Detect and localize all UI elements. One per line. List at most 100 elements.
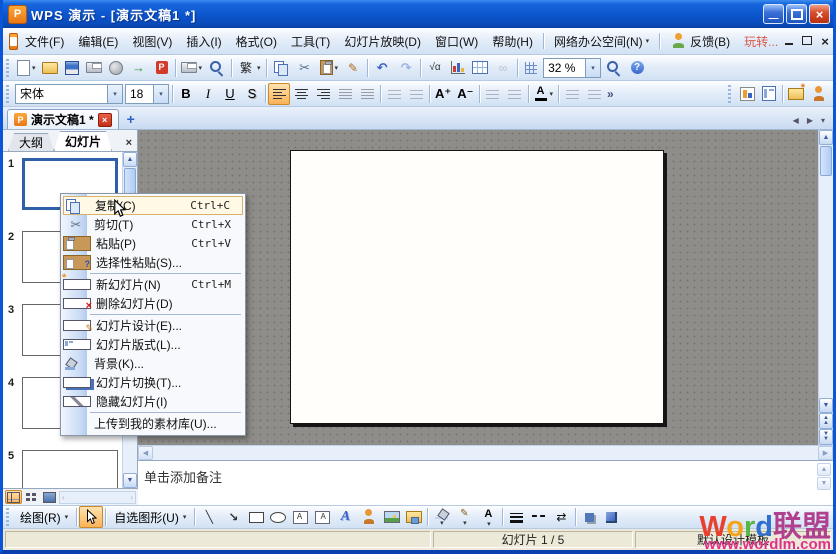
panel-horizontal-scrollbar[interactable]: ‹ ›	[59, 491, 136, 504]
preview-button[interactable]	[205, 57, 229, 79]
line-color-button[interactable]: ▾	[452, 506, 476, 528]
rect-button[interactable]	[245, 506, 267, 528]
slide-editing-surface[interactable]	[290, 150, 664, 424]
combobox-dropdown-button[interactable]: ▾	[107, 85, 122, 103]
dropdown-arrow-icon[interactable]: ▾	[550, 90, 554, 98]
slide-sorter-view-button[interactable]	[23, 490, 40, 504]
slide-show-button[interactable]	[41, 490, 58, 504]
search-person-button[interactable]	[807, 83, 831, 105]
autoshapes-menu-button[interactable]: 自选图形(U)▾	[108, 506, 192, 528]
slide-thumbnail[interactable]: 5	[3, 447, 122, 488]
scroll-up-button[interactable]: ▲	[123, 152, 137, 167]
menu-item[interactable]: 帮助(H)	[485, 30, 540, 53]
menu-item[interactable]: 文件(F)	[18, 30, 71, 53]
menu-item[interactable]: 插入(I)	[179, 30, 228, 53]
shadow-button[interactable]	[578, 506, 600, 528]
new-tab-button[interactable]: +	[123, 111, 139, 127]
help-button[interactable]	[626, 57, 648, 79]
menu-item[interactable]: 编辑(E)	[71, 30, 125, 53]
line-button[interactable]: ╲	[197, 506, 221, 528]
context-menu-item[interactable]: 选择性粘贴(S)...	[63, 253, 243, 272]
combobox-dropdown-button[interactable]: ▾	[153, 85, 168, 103]
font-color-button[interactable]: ▾	[531, 83, 557, 105]
scroll-right-button[interactable]: ▶	[818, 446, 833, 460]
dropdown-arrow-icon[interactable]: ▾	[257, 64, 261, 72]
arrow-button[interactable]: ↘	[221, 506, 245, 528]
draw-menu-button[interactable]: 绘图(R)▾	[14, 506, 74, 528]
notes-pane[interactable]: 单击添加备注 ▲ ▼	[138, 460, 833, 505]
chart-button[interactable]	[447, 57, 469, 79]
design-template-name[interactable]: 默认设计模板	[635, 531, 831, 548]
text-button[interactable]: A⁻	[454, 83, 476, 105]
text-button[interactable]: B	[175, 83, 197, 105]
align-left-button[interactable]	[268, 83, 290, 105]
panel-close-button[interactable]: ×	[126, 137, 137, 151]
font-size-combobox[interactable]: 18▾	[125, 84, 169, 104]
tab-list-dropdown-button[interactable]: ▾	[821, 116, 825, 125]
oval-button[interactable]	[267, 506, 289, 528]
print-quick-button[interactable]	[83, 57, 105, 79]
fill-color-button[interactable]: ▾	[430, 506, 452, 528]
notes-scroll-up-button[interactable]: ▲	[817, 463, 831, 476]
format-painter-button[interactable]: ✎	[341, 57, 365, 79]
table-button[interactable]	[469, 57, 491, 79]
pdf-button[interactable]	[151, 57, 173, 79]
cut-button[interactable]: ✂	[293, 57, 317, 79]
dropdown-arrow-icon[interactable]: ▾	[487, 520, 491, 528]
mdi-restore-button[interactable]	[802, 34, 812, 48]
menu-item[interactable]: 反馈(B)	[663, 29, 737, 53]
open-button[interactable]	[39, 57, 61, 79]
context-menu-item[interactable]: 新幻灯片(N)Ctrl+M	[63, 275, 243, 294]
context-menu-item[interactable]: 上传到我的素材库(U)...	[63, 414, 243, 433]
align-center-button[interactable]	[290, 83, 312, 105]
task-pane-button[interactable]	[736, 83, 758, 105]
three-d-button[interactable]	[600, 506, 622, 528]
font-color2-button[interactable]: ▾	[476, 506, 500, 528]
new-button[interactable]: ▾	[14, 57, 39, 79]
menu-item[interactable]: 窗口(W)	[428, 30, 485, 53]
find-button[interactable]	[602, 57, 626, 79]
notes-scroll-down-button[interactable]: ▼	[817, 477, 831, 490]
menu-item[interactable]: 视图(V)	[125, 30, 179, 53]
arrow-style-button[interactable]: ⇄	[549, 506, 573, 528]
print-button[interactable]: ▾	[178, 57, 206, 79]
menu-item[interactable]: 网络办公空间(N)▾	[547, 30, 656, 53]
layout-pane-button[interactable]	[758, 83, 780, 105]
select-arrow-button[interactable]	[79, 506, 103, 528]
context-menu-item[interactable]: 幻灯片版式(L)...	[63, 335, 243, 354]
scroll-down-button[interactable]: ▼	[819, 398, 833, 413]
zoom-combobox[interactable]: 32 %▾	[543, 58, 601, 78]
text-button[interactable]: A⁺	[432, 83, 454, 105]
toolbar-grip[interactable]	[6, 508, 11, 526]
dropdown-arrow-icon[interactable]: ▾	[32, 64, 36, 72]
tab-scroll-right-button[interactable]: ▶	[807, 116, 813, 125]
toolbar-grip[interactable]	[6, 85, 11, 103]
send-gears-button[interactable]	[105, 57, 127, 79]
context-menu-item[interactable]: 复制(C)Ctrl+C	[63, 196, 243, 215]
minimize-button[interactable]: —	[763, 4, 784, 24]
context-menu-item[interactable]: 幻灯片切换(T)...	[63, 373, 243, 392]
text-button[interactable]: S	[241, 83, 263, 105]
next-slide-button[interactable]: ▼▼	[819, 429, 833, 445]
align-right-button[interactable]	[312, 83, 334, 105]
toolbar-grip[interactable]	[6, 59, 11, 77]
scroll-up-button[interactable]: ▲	[819, 130, 833, 145]
textbox-button[interactable]	[289, 506, 311, 528]
dropdown-arrow-icon[interactable]: ▾	[463, 519, 467, 527]
menu-item[interactable]: 格式(O)	[229, 30, 284, 53]
context-menu-item[interactable]: 背景(K)...	[63, 354, 243, 373]
picture-button[interactable]	[381, 506, 403, 528]
context-menu-item[interactable]: ✂剪切(T)Ctrl+X	[63, 215, 243, 234]
mdi-minimize-button[interactable]	[785, 34, 793, 48]
formula-button[interactable]: √α	[423, 57, 447, 79]
clipart-button[interactable]	[357, 506, 381, 528]
export-doc-button[interactable]: →	[127, 57, 151, 79]
close-button[interactable]: ×	[809, 4, 830, 24]
combobox-dropdown-button[interactable]: ▾	[585, 59, 600, 77]
tab-outline[interactable]: 大纲	[8, 133, 54, 151]
grid-button[interactable]	[520, 57, 542, 79]
previous-slide-button[interactable]: ▲▲	[819, 413, 833, 429]
line-style-button[interactable]	[505, 506, 527, 528]
album-button[interactable]	[403, 506, 425, 528]
scroll-down-button[interactable]: ▼	[123, 473, 137, 488]
